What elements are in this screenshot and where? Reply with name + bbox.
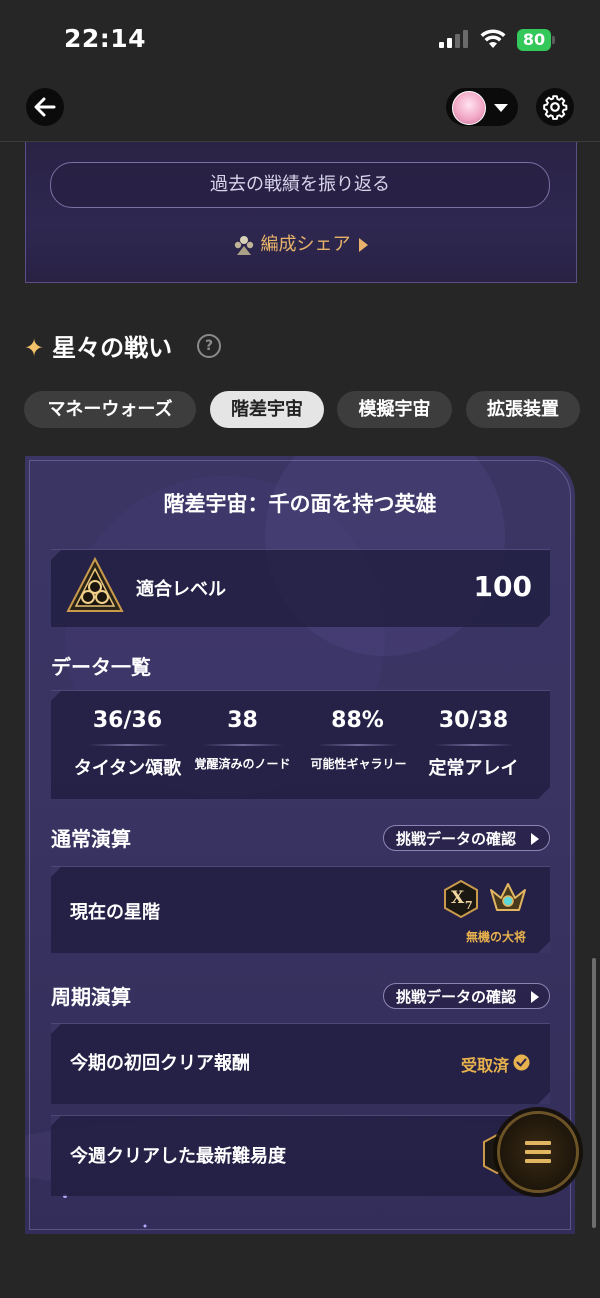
back-button[interactable] — [26, 88, 64, 126]
tab-simulated-universe[interactable]: 模擬宇宙 — [337, 391, 452, 428]
team-share-label: 編成シェア — [260, 234, 351, 255]
stat-label-nodes: 覚醒済みのノード — [194, 757, 291, 771]
battery-indicator: 80 — [517, 29, 551, 51]
stat-divider — [88, 744, 168, 746]
stat-value-titan: 36/36 — [92, 708, 163, 733]
cellular-signal-icon — [439, 30, 468, 48]
stat-label-titan: タイタン頌歌 — [73, 758, 182, 779]
tab-divergent-universe[interactable]: 階差宇宙 — [210, 391, 324, 428]
stat-label-gallery: 可能性ギャラリー — [310, 757, 407, 771]
data-overview-title: データ一覧 — [51, 655, 151, 679]
battery-tip — [552, 36, 555, 44]
menu-icon — [525, 1141, 551, 1163]
section-title-text: 星々の戦い — [52, 334, 173, 362]
stat-value-array: 30/38 — [438, 708, 509, 733]
triangle-right-icon — [531, 833, 539, 845]
avatar[interactable] — [452, 91, 486, 125]
reward-status: 受取済 — [461, 1056, 510, 1075]
normal-challenge-data-label: 挑戦データの確認 — [396, 830, 517, 848]
normal-calc-title: 通常演算 — [51, 827, 131, 851]
periodic-calc-title: 周期演算 — [51, 985, 131, 1009]
latest-difficulty-label: 今週クリアした最新難易度 — [70, 1146, 286, 1167]
level-emblem-icon — [66, 557, 124, 612]
triangle-right-icon — [358, 238, 368, 252]
general-rank-emblem-icon — [490, 883, 526, 911]
level-value: 100 — [473, 570, 532, 603]
rank-badge-letter: X — [451, 888, 465, 908]
section-title: ✦ 星々の戦い — [24, 328, 172, 363]
triangle-right-icon — [531, 991, 539, 1003]
card-title: 階差宇宙：千の面を持つ英雄 — [163, 492, 437, 516]
tab-money-wars[interactable]: マネーウォーズ — [24, 391, 196, 428]
chevron-down-icon[interactable] — [494, 104, 508, 112]
tab-expansion-device[interactable]: 拡張装置 — [466, 391, 580, 428]
current-rank-label: 現在の星階 — [70, 902, 160, 923]
periodic-challenge-data-button[interactable]: 挑戦データの確認 — [383, 983, 550, 1009]
team-share-link[interactable]: 編成シェア — [0, 230, 600, 256]
wifi-icon — [480, 29, 506, 48]
floating-menu-button[interactable] — [497, 1111, 579, 1193]
stat-value-gallery: 88% — [331, 708, 384, 733]
scrollbar[interactable] — [592, 958, 596, 1228]
arrow-left-icon — [34, 97, 56, 117]
stat-value-nodes: 38 — [227, 708, 258, 733]
first-clear-reward-label: 今期の初回クリア報酬 — [70, 1053, 250, 1074]
level-label: 適合レベル — [136, 579, 226, 600]
rank-name: 無機の大将 — [466, 930, 527, 944]
review-past-records-button[interactable]: 過去の戦績を振り返る — [50, 162, 550, 208]
stat-divider — [203, 744, 283, 746]
team-icon — [234, 236, 253, 255]
stat-divider — [434, 744, 514, 746]
normal-challenge-data-button[interactable]: 挑戦データの確認 — [383, 825, 550, 851]
settings-button[interactable] — [536, 88, 574, 126]
periodic-challenge-data-label: 挑戦データの確認 — [396, 988, 517, 1006]
help-icon[interactable]: ? — [197, 334, 221, 358]
sparkle-icon: ✦ — [24, 334, 45, 362]
status-time: 22:14 — [64, 24, 147, 53]
rank-badge-sub: 7 — [465, 899, 473, 912]
gear-icon — [543, 95, 568, 120]
stat-label-array: 定常アレイ — [428, 758, 519, 779]
check-circle-icon — [513, 1054, 530, 1071]
stat-divider — [318, 744, 398, 746]
